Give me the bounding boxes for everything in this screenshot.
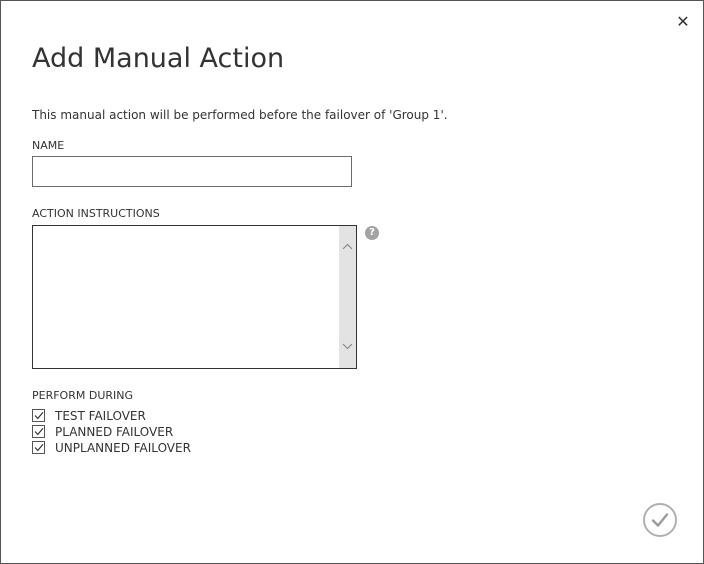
- dialog-title: Add Manual Action: [32, 43, 285, 74]
- add-manual-action-dialog: ✕ Add Manual Action This manual action w…: [0, 0, 704, 564]
- checkmark-icon: [651, 513, 669, 527]
- test-failover-label: TEST FAILOVER: [55, 408, 146, 423]
- unplanned-failover-label: UNPLANNED FAILOVER: [55, 440, 191, 455]
- test-failover-checkbox-row[interactable]: TEST FAILOVER: [32, 408, 146, 423]
- planned-failover-label: PLANNED FAILOVER: [55, 424, 174, 439]
- name-label: NAME: [32, 139, 65, 152]
- ok-button[interactable]: [643, 503, 677, 537]
- action-instructions-label: ACTION INSTRUCTIONS: [32, 207, 160, 220]
- unplanned-failover-checkbox[interactable]: [32, 441, 45, 454]
- scroll-up-icon[interactable]: [339, 238, 356, 255]
- help-icon[interactable]: ?: [365, 226, 379, 240]
- planned-failover-checkbox-row[interactable]: PLANNED FAILOVER: [32, 424, 173, 439]
- planned-failover-checkbox[interactable]: [32, 425, 45, 438]
- unplanned-failover-checkbox-row[interactable]: UNPLANNED FAILOVER: [32, 440, 191, 455]
- action-instructions-textarea[interactable]: [33, 226, 339, 368]
- checkmark-icon: [34, 443, 43, 452]
- instructions-scrollbar[interactable]: [339, 226, 356, 368]
- checkmark-icon: [34, 411, 43, 420]
- action-instructions-box: [32, 225, 357, 369]
- name-input[interactable]: [32, 156, 352, 187]
- test-failover-checkbox[interactable]: [32, 409, 45, 422]
- dialog-description: This manual action will be performed bef…: [32, 108, 448, 122]
- close-icon[interactable]: ✕: [675, 13, 691, 31]
- checkmark-icon: [34, 427, 43, 436]
- scroll-down-icon[interactable]: [339, 338, 356, 355]
- perform-during-label: PERFORM DURING: [32, 389, 134, 402]
